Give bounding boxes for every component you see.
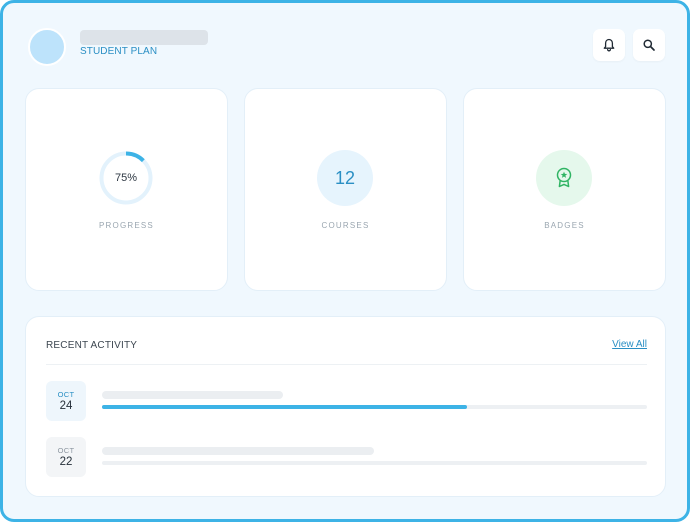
date-chip: OCT 22 bbox=[46, 437, 86, 477]
badges-label: BADGES bbox=[544, 221, 585, 230]
progress-ring: 75% bbox=[98, 150, 154, 206]
courses-count: 12 bbox=[317, 150, 373, 206]
progress-label: PROGRESS bbox=[99, 221, 154, 230]
date-month: OCT bbox=[57, 446, 75, 455]
section-title: RECENT ACTIVITY bbox=[46, 340, 138, 351]
progress-track bbox=[102, 405, 647, 409]
plan-label: STUDENT PLAN bbox=[80, 46, 158, 57]
progress-fill bbox=[102, 405, 468, 409]
divider bbox=[46, 364, 647, 365]
recent-activity-panel: RECENT ACTIVITY View All OCT 24 OCT 22 bbox=[25, 316, 666, 497]
courses-card[interactable]: 12 COURSES bbox=[244, 88, 447, 291]
search-icon bbox=[643, 39, 655, 51]
date-chip: OCT 24 bbox=[46, 381, 86, 421]
view-all-link[interactable]: View All bbox=[612, 339, 647, 350]
activity-title-placeholder bbox=[102, 391, 283, 399]
app-window: STUDENT PLAN 75% PROGRESS 12 COURSES BAD… bbox=[0, 0, 690, 522]
date-day: 22 bbox=[59, 456, 73, 468]
badges-card[interactable]: BADGES bbox=[463, 88, 666, 291]
bell-icon bbox=[603, 38, 615, 52]
badges-icon-circle bbox=[536, 150, 592, 206]
progress-card[interactable]: 75% PROGRESS bbox=[25, 88, 228, 291]
progress-track bbox=[102, 461, 647, 465]
date-day: 24 bbox=[59, 400, 73, 412]
progress-value: 75% bbox=[114, 172, 138, 184]
date-month: OCT bbox=[57, 390, 75, 399]
avatar[interactable] bbox=[28, 28, 66, 66]
courses-label: COURSES bbox=[321, 221, 370, 230]
notifications-button[interactable] bbox=[593, 29, 625, 61]
search-button[interactable] bbox=[633, 29, 665, 61]
activity-item[interactable]: OCT 24 bbox=[46, 381, 647, 421]
ribbon-badge-icon bbox=[556, 167, 572, 188]
activity-title-placeholder bbox=[102, 447, 374, 455]
username-placeholder bbox=[80, 30, 208, 45]
activity-item[interactable]: OCT 22 bbox=[46, 437, 647, 477]
